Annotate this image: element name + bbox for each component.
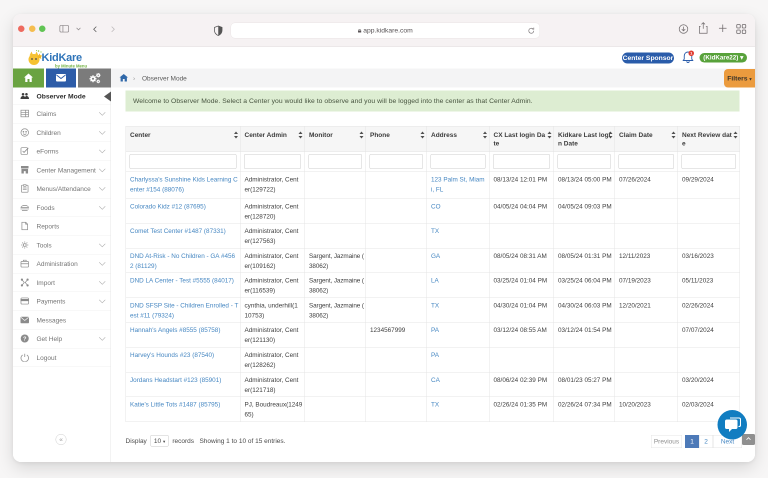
svg-text:?: ? [23,337,27,343]
